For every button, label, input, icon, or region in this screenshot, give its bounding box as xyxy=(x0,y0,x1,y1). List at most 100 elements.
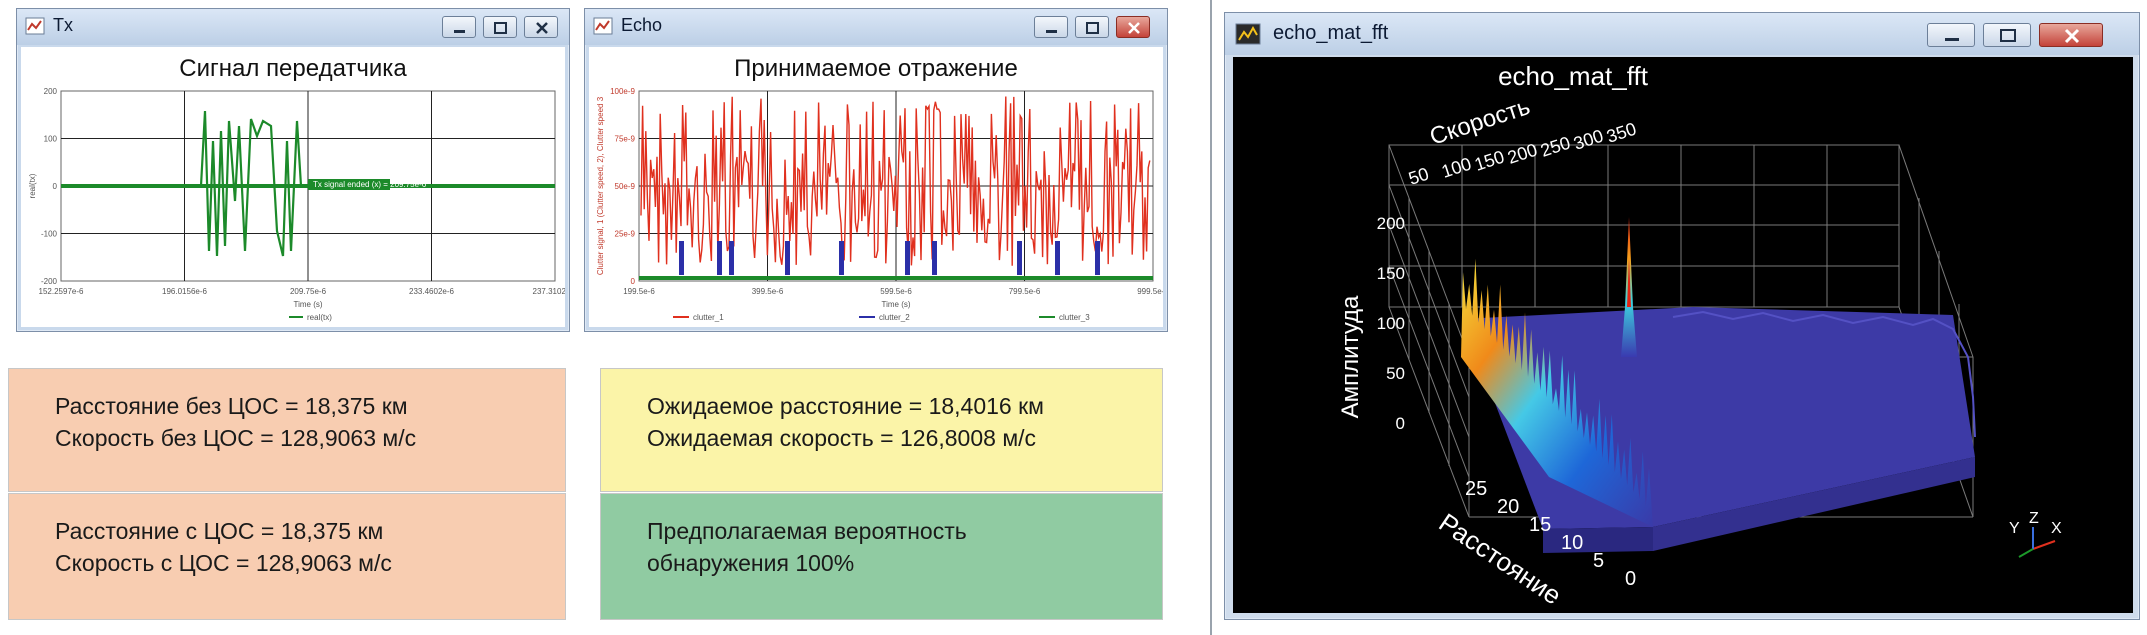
echo-x-tick: 799.5e-6 xyxy=(1009,287,1041,296)
minimize-button[interactable] xyxy=(442,16,476,38)
panel-no-cos: Расстояние без ЦОС = 18,375 км Скорость … xyxy=(8,368,566,492)
echo-target-pulse xyxy=(839,241,844,275)
echo-xlabel: Time (s) xyxy=(881,300,910,309)
echo-target-pulse xyxy=(717,241,722,275)
tx-window-title: Tx xyxy=(53,15,73,35)
axes-gizmo-icon: Y Z X xyxy=(2009,510,2062,558)
range-tick: 25 xyxy=(1465,478,1487,500)
echo-titlebar[interactable]: Echo xyxy=(585,9,1167,45)
distance-no-cos: Расстояние без ЦОС = 18,375 км xyxy=(55,393,408,419)
echo-x-tick: 599.5e-6 xyxy=(880,287,912,296)
amplitude-tick: 100 xyxy=(1377,314,1405,333)
amplitude-tick: 200 xyxy=(1377,214,1405,233)
tx-x-tick: 152.2597e-6 xyxy=(39,287,84,296)
tx-x-tick: 209.75e-6 xyxy=(290,287,327,296)
echo-target-pulse xyxy=(905,241,910,275)
tx-y-tick: -200 xyxy=(41,277,58,286)
maximize-button[interactable] xyxy=(1983,23,2031,47)
probability-line2: обнаружения 100% xyxy=(647,550,855,576)
speed-with-cos: Скорость с ЦОС = 128,9063 м/с xyxy=(55,550,392,576)
echo-chart: 100e-9 75e-9 50e-9 25e-9 0 199.5e-6 399.5e-6 5… xyxy=(596,87,1163,322)
fft-titlebar[interactable]: echo_mat_fft xyxy=(1225,13,2139,55)
echo-target-pulse xyxy=(932,241,937,275)
echo-x-tick: 999.5e-6 xyxy=(1137,287,1163,296)
separator xyxy=(1210,0,1212,635)
minimize-button[interactable] xyxy=(1927,23,1975,47)
expected-distance: Ожидаемое расстояние = 18,4016 км xyxy=(647,393,1044,419)
tx-titlebar[interactable]: Tx xyxy=(17,9,569,45)
velocity-tick: 150 xyxy=(1472,146,1507,174)
close-button[interactable] xyxy=(1116,16,1150,38)
amplitude-axis-label: Амплитуда xyxy=(1337,295,1364,418)
panel-probability: Предполагаемая вероятность обнаружения 1… xyxy=(600,493,1163,620)
tx-legend: real(tx) xyxy=(307,313,332,322)
distance-with-cos: Расстояние с ЦОС = 18,375 км xyxy=(55,518,384,544)
range-tick: 10 xyxy=(1561,532,1583,554)
tx-xlabel: Time (s) xyxy=(293,300,322,309)
tx-tooltip: Tx signal ended (x) = 209.75e-6 xyxy=(313,180,427,189)
close-button[interactable] xyxy=(2039,23,2103,47)
speed-no-cos: Скорость без ЦОС = 128,9063 м/с xyxy=(55,425,417,451)
tx-chart: Tx signal ended (x) = 209.75e-6 200 100 0 -… xyxy=(28,87,565,322)
echo-x-tick: 399.5e-6 xyxy=(752,287,784,296)
tx-x-tick: 237.3102e-6 xyxy=(533,287,565,296)
close-button[interactable] xyxy=(524,16,558,38)
range-tick: 0 xyxy=(1625,568,1636,590)
echo-plot-area: Принимаемое отражение 100e-9 75e-9 50e-9 25… xyxy=(589,47,1163,327)
maximize-button[interactable] xyxy=(1075,16,1109,38)
velocity-tick: 100 xyxy=(1439,153,1474,181)
echo-x-tick: 199.5e-6 xyxy=(623,287,655,296)
amplitude-tick: 50 xyxy=(1386,364,1405,383)
panel-expected: Ожидаемое расстояние = 18,4016 км Ожидае… xyxy=(600,368,1163,492)
echo-y-tick: 100e-9 xyxy=(610,87,635,96)
echo-legend-2: clutter_2 xyxy=(879,313,910,322)
tx-window: Tx Сигнал передатчика Tx signal ended (x… xyxy=(16,8,570,332)
echo-legend-3: clutter_3 xyxy=(1059,313,1090,322)
panel-with-cos: Расстояние с ЦОС = 18,375 км Скорость с … xyxy=(8,493,566,620)
chart-icon xyxy=(25,17,45,35)
probability-line1: Предполагаемая вероятность xyxy=(647,518,967,544)
fft-plot-area: echo_mat_fft Скорость 50 100 150 200 250… xyxy=(1233,57,2133,613)
gizmo-x: X xyxy=(2051,520,2062,537)
tx-x-tick: 233.4602e-6 xyxy=(409,287,454,296)
echo-window: Echo Принимаемое отражение 100e-9 75e-9 … xyxy=(584,8,1168,332)
amplitude-tick: 0 xyxy=(1396,414,1405,433)
expected-speed: Ожидаемая скорость = 126,8008 м/с xyxy=(647,425,1037,451)
velocity-tick: 350 xyxy=(1604,118,1639,146)
tx-plot-area: Сигнал передатчика Tx signal ended (x) =… xyxy=(21,47,565,327)
range-tick: 5 xyxy=(1593,550,1604,572)
echo-y-tick: 0 xyxy=(631,277,636,286)
tx-plot-title: Сигнал передатчика xyxy=(179,55,407,82)
tx-y-tick: 0 xyxy=(53,182,58,191)
echo-target-pulse xyxy=(679,241,684,275)
echo-target-pulse xyxy=(1055,241,1060,275)
echo-y-tick: 50e-9 xyxy=(615,182,636,191)
fft-window-title: echo_mat_fft xyxy=(1273,22,1389,44)
range-tick: 20 xyxy=(1497,496,1519,518)
tx-ylabel: real(tx) xyxy=(28,173,37,198)
fft-3d-surface: echo_mat_fft Скорость 50 100150200250300… xyxy=(1337,61,2062,611)
tx-x-tick: 196.0156e-6 xyxy=(162,287,207,296)
range-tick: 15 xyxy=(1529,514,1551,536)
echo-window-title: Echo xyxy=(621,15,663,35)
tx-y-tick: 100 xyxy=(44,135,58,144)
fft-window: echo_mat_fft echo_mat_fft Скорость 50 10… xyxy=(1224,12,2140,620)
echo-target-pulse xyxy=(785,241,790,275)
velocity-axis-label: Скорость xyxy=(1427,93,1534,151)
velocity-tick: 250 xyxy=(1538,132,1573,160)
minimize-button[interactable] xyxy=(1034,16,1068,38)
echo-y-tick: 25e-9 xyxy=(615,230,636,239)
velocity-tick: 300 xyxy=(1571,125,1606,153)
echo-target-pulse xyxy=(1017,241,1022,275)
echo-legend-1: clutter_1 xyxy=(693,313,724,322)
surface-plot-icon xyxy=(1235,23,1261,45)
echo-target-pulse xyxy=(1095,241,1100,275)
maximize-button[interactable] xyxy=(483,16,517,38)
gizmo-y: Y xyxy=(2009,520,2020,537)
echo-plot-title: Принимаемое отражение xyxy=(734,55,1018,82)
echo-target-pulse xyxy=(729,241,734,275)
tx-y-tick: 200 xyxy=(44,87,58,96)
echo-y-tick: 75e-9 xyxy=(615,135,636,144)
amplitude-tick: 150 xyxy=(1377,264,1405,283)
echo-ylabel: Clutter signal, 1 (Clutter speed, 2), Cl… xyxy=(596,96,605,275)
